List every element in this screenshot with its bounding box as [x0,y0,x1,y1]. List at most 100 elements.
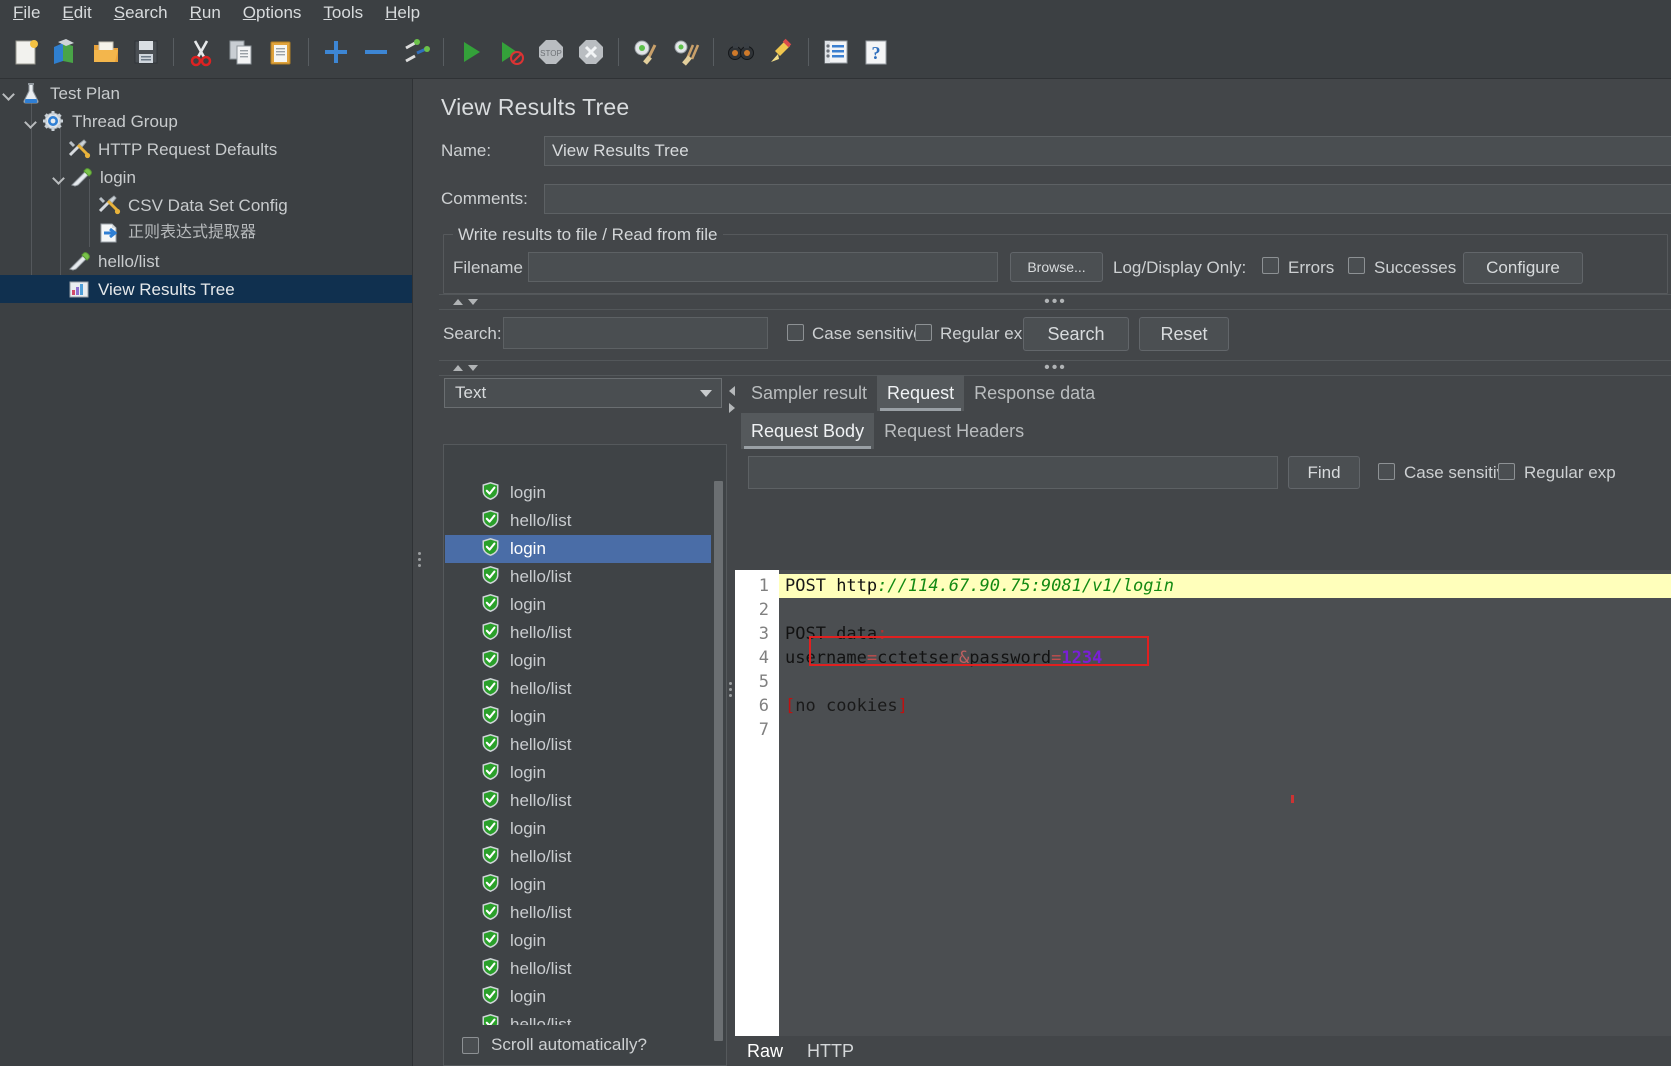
save-icon[interactable] [126,31,166,73]
tab-request-body[interactable]: Request Body [741,413,875,449]
find-input[interactable] [748,456,1278,489]
menu-edit[interactable]: Edit [51,1,102,26]
pane-grip-left[interactable] [415,539,423,579]
expand-all-icon[interactable] [316,31,356,73]
chevron-down-icon[interactable] [2,86,16,100]
result-list-item[interactable]: login [445,927,711,955]
result-list-item[interactable]: login [445,815,711,843]
result-list-item[interactable]: hello/list [445,675,711,703]
splitter-grip[interactable]: ••• [1044,360,1067,376]
clear-all-icon[interactable] [666,31,706,73]
paste-icon[interactable] [261,31,301,73]
start-icon[interactable] [451,31,491,73]
result-list-item[interactable]: hello/list [445,619,711,647]
tree-node-test-plan[interactable]: Test Plan [0,79,412,107]
result-list-item[interactable]: login [445,647,711,675]
scroll-automatically-row[interactable]: Scroll automatically? [444,1025,726,1065]
result-list-item[interactable]: hello/list [445,843,711,871]
menu-help[interactable]: Help [374,1,431,26]
chevron-down-icon[interactable] [700,390,712,397]
tree-node-login-sampler[interactable]: login [0,163,412,191]
stop-icon[interactable]: STOP [531,31,571,73]
detail-secondary-tabs[interactable]: Request Body Request Headers [741,413,1034,449]
view-mode-tabs[interactable]: Raw HTTP [735,1036,866,1066]
results-list[interactable]: login hello/list login hello/list login hello… [445,479,711,1025]
tree-node-view-results-tree[interactable]: View Results Tree [0,275,412,303]
result-list-item[interactable]: login [445,983,711,1011]
shutdown-icon[interactable] [571,31,611,73]
tree-node-thread-group[interactable]: Thread Group [0,107,412,135]
result-list-item[interactable]: hello/list [445,899,711,927]
result-list-item[interactable]: hello/list [445,787,711,815]
find-regular-exp-checkbox[interactable] [1498,463,1515,480]
splitter-upper[interactable]: ••• [439,294,1671,310]
clear-icon[interactable] [626,31,666,73]
chevron-right-icon[interactable] [729,402,735,413]
errors-checkbox[interactable] [1262,257,1279,274]
menu-search[interactable]: Search [103,1,179,26]
result-list-item[interactable]: login [445,871,711,899]
comments-input[interactable] [544,184,1671,214]
code-content[interactable]: POST http://114.67.90.75:9081/v1/login P… [779,570,1671,1036]
result-list-item[interactable]: login [445,591,711,619]
result-list-item[interactable]: login [445,479,711,507]
collapse-all-icon[interactable] [356,31,396,73]
pane-grip-results[interactable] [726,669,734,709]
menu-options[interactable]: Options [232,1,313,26]
find-case-sensitive-checkbox[interactable] [1378,463,1395,480]
tab-scroll-arrows[interactable] [726,379,738,419]
tab-response-data[interactable]: Response data [964,375,1105,411]
help-icon[interactable]: ? [856,31,896,73]
splitter-lower[interactable]: ••• [439,360,1671,376]
chevron-down-icon[interactable] [468,299,478,305]
scroll-automatically-checkbox[interactable] [462,1036,479,1054]
tab-http[interactable]: HTTP [795,1041,866,1062]
results-scrollbar-thumb[interactable] [714,481,723,1041]
tree-node-csv-data-set-config[interactable]: CSV Data Set Config [0,191,412,219]
menu-file[interactable]: File [2,1,51,26]
results-scrollbar[interactable] [712,479,725,1041]
function-helper-icon[interactable] [816,31,856,73]
configure-button[interactable]: Configure [1463,252,1583,284]
successes-checkbox[interactable] [1348,257,1365,274]
splitter-grip[interactable]: ••• [1044,294,1067,310]
detail-primary-tabs[interactable]: Sampler result Request Response data [741,375,1105,411]
tree-node-regex-extractor[interactable]: 正则表达式提取器 [0,219,412,247]
tree-node-hello-list-sampler[interactable]: hello/list [0,247,412,275]
new-icon[interactable] [6,31,46,73]
chevron-down-icon[interactable] [52,170,66,184]
toggle-icon[interactable] [396,31,436,73]
test-plan-tree[interactable]: Test Plan Thread Group HTTP Request Defa… [0,79,412,1066]
result-list-item[interactable]: hello/list [445,563,711,591]
chevron-down-icon[interactable] [24,114,38,128]
search-regular-exp-checkbox[interactable] [915,324,932,341]
menu-run[interactable]: Run [179,1,232,26]
chevron-left-icon[interactable] [729,385,735,396]
tree-node-http-request-defaults[interactable]: HTTP Request Defaults [0,135,412,163]
menu-tools[interactable]: Tools [312,1,374,26]
browse-button[interactable]: Browse... [1010,252,1103,282]
search-case-sensitive-checkbox[interactable] [787,324,804,341]
tab-request[interactable]: Request [877,375,965,411]
search-icon[interactable] [721,31,761,73]
copy-icon[interactable] [221,31,261,73]
templates-icon[interactable] [46,31,86,73]
tab-request-headers[interactable]: Request Headers [874,413,1034,449]
chevron-up-icon[interactable] [453,299,463,305]
chevron-up-icon[interactable] [453,365,463,371]
name-input[interactable]: View Results Tree [544,136,1671,166]
result-list-item[interactable]: login [445,759,711,787]
search-reset-icon[interactable] [761,31,801,73]
cut-icon[interactable] [181,31,221,73]
open-icon[interactable] [86,31,126,73]
request-body-viewer[interactable]: 1234567 POST http://114.67.90.75:9081/v1… [735,570,1671,1036]
result-list-item[interactable]: hello/list [445,731,711,759]
result-list-item[interactable]: hello/list [445,1011,711,1025]
tab-sampler-result[interactable]: Sampler result [741,375,877,411]
search-input[interactable] [503,317,768,349]
reset-button[interactable]: Reset [1139,317,1229,351]
splitter-arrows[interactable] [453,299,478,305]
start-no-pauses-icon[interactable] [491,31,531,73]
result-list-item[interactable]: hello/list [445,955,711,983]
filename-input[interactable] [528,252,998,282]
